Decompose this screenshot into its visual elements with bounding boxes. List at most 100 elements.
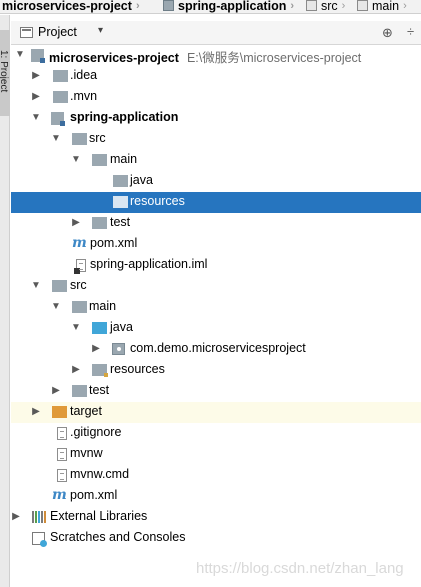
chevron-down-icon[interactable]: ▼ — [71, 154, 81, 165]
chevron-right-icon[interactable]: ▶ — [31, 406, 41, 417]
tree-node-mvnw-cmd[interactable]: mvnw.cmd — [11, 465, 421, 486]
node-label: main — [89, 299, 117, 313]
folder-icon — [72, 385, 87, 397]
tree-node-mvn[interactable]: ▶ .mvn — [11, 87, 421, 108]
tool-window-label: 1: Project — [0, 50, 9, 93]
watermark-text: https://blog.csdn.net/zhan_lang — [196, 560, 404, 577]
chevron-right-icon[interactable]: ▶ — [31, 70, 41, 81]
crumb-label: main — [372, 0, 400, 13]
folder-icon — [113, 196, 128, 208]
tree-node-test[interactable]: ▶ test — [11, 381, 421, 402]
node-label: java — [110, 320, 133, 334]
folder-icon — [306, 0, 317, 11]
chevron-down-icon[interactable]: ▼ — [31, 112, 41, 123]
module-icon — [31, 49, 45, 63]
chevron-right-icon: › — [341, 0, 346, 12]
folder-icon — [52, 280, 67, 292]
maven-icon: m — [52, 487, 67, 503]
chevron-right-icon[interactable]: ▶ — [71, 217, 81, 228]
tree-node-src[interactable]: ▼ src — [11, 276, 421, 297]
project-view-title[interactable]: Project — [38, 25, 77, 39]
tree-node-main[interactable]: ▼ main — [11, 150, 421, 171]
tree-node-target[interactable]: ▶ target — [11, 402, 421, 423]
tree-node-gitignore[interactable]: .gitignore — [11, 423, 421, 444]
node-label: main — [110, 152, 138, 166]
node-label: External Libraries — [50, 509, 148, 523]
tree-node-scratches[interactable]: Scratches and Consoles — [11, 528, 421, 549]
tree-node-java[interactable]: java — [11, 171, 421, 192]
node-label: src — [89, 131, 106, 145]
project-tool-window-tab[interactable]: 1: Project — [0, 30, 10, 116]
crumb-label: microservices-project — [2, 0, 132, 13]
folder-icon — [53, 70, 68, 82]
chevron-right-icon[interactable]: ▶ — [71, 364, 81, 375]
chevron-down-icon[interactable]: ▼ — [51, 133, 61, 144]
crumb-label: spring-application — [178, 0, 287, 13]
chevron-down-icon[interactable]: ▼ — [15, 49, 25, 60]
maven-icon: m — [72, 235, 87, 251]
node-label: spring-application — [70, 110, 179, 124]
chevron-down-icon[interactable]: ▼ — [71, 322, 81, 333]
tree-node-root-project[interactable]: ▼ microservices-project E:\微服务\microservi… — [11, 45, 421, 66]
node-label: resources — [130, 194, 185, 208]
node-label: Scratches and Consoles — [50, 530, 186, 544]
tree-node-resources-selected[interactable]: resources — [11, 192, 421, 213]
collapse-settings-icon[interactable]: ÷ — [407, 24, 414, 39]
chevron-down-icon[interactable]: ▼ — [31, 280, 41, 291]
tree-node-main[interactable]: ▼ main — [11, 297, 421, 318]
crumb-label: src — [321, 0, 338, 13]
tree-node-iml-file[interactable]: spring-application.iml — [11, 255, 421, 276]
node-label: .mvn — [70, 89, 98, 103]
tree-node-src[interactable]: ▼ src — [11, 129, 421, 150]
node-label: src — [70, 278, 87, 292]
chevron-down-icon[interactable]: ▼ — [51, 301, 61, 312]
folder-icon — [72, 301, 87, 313]
tree-node-external-libraries[interactable]: ▶ External Libraries — [11, 507, 421, 528]
chevron-right-icon[interactable]: ▶ — [51, 385, 61, 396]
scratches-icon — [32, 532, 47, 547]
breadcrumb-item-main[interactable]: main › — [357, 0, 407, 13]
chevron-down-icon[interactable]: ▾ — [98, 25, 103, 36]
tree-node-pom-xml[interactable]: m pom.xml — [11, 486, 421, 507]
node-label: java — [130, 173, 153, 187]
breadcrumb-item-spring-application[interactable]: spring-application › — [163, 0, 295, 13]
breadcrumb-item-microservices-project[interactable]: microservices-project › — [2, 0, 140, 13]
chevron-right-icon[interactable]: ▶ — [91, 343, 101, 354]
tree-node-spring-application[interactable]: ▼ spring-application — [11, 108, 421, 129]
chevron-right-icon: › — [135, 0, 140, 12]
locate-file-icon[interactable]: ⊕ — [382, 25, 393, 41]
tree-node-pom-xml[interactable]: m pom.xml — [11, 234, 421, 255]
folder-icon — [72, 133, 87, 145]
breadcrumb-item-src[interactable]: src › — [306, 0, 346, 13]
node-label: target — [70, 404, 102, 418]
node-label: .gitignore — [70, 425, 122, 439]
tree-node-idea[interactable]: ▶ .idea — [11, 66, 421, 87]
package-icon — [112, 343, 125, 355]
node-label: com.demo.microservicesproject — [130, 341, 306, 355]
project-view-icon — [20, 27, 33, 38]
node-label: test — [110, 215, 131, 229]
node-label: pom.xml — [70, 488, 118, 502]
node-label: microservices-project E:\微服务\microservice… — [49, 51, 362, 65]
folder-icon — [92, 217, 107, 229]
tree-node-resources[interactable]: ▶ resources — [11, 360, 421, 381]
excluded-folder-icon — [52, 406, 67, 418]
navigation-breadcrumb: microservices-project › spring-applicati… — [0, 0, 421, 14]
chevron-right-icon: › — [290, 0, 295, 12]
tree-node-mvnw[interactable]: mvnw — [11, 444, 421, 465]
chevron-right-icon[interactable]: ▶ — [31, 91, 41, 102]
node-label: mvnw.cmd — [70, 467, 130, 481]
node-path: E:\微服务\microservices-project — [186, 51, 362, 65]
tree-node-test[interactable]: ▶ test — [11, 213, 421, 234]
iml-file-icon — [74, 259, 86, 274]
module-icon — [51, 112, 65, 126]
chevron-right-icon[interactable]: ▶ — [11, 511, 21, 522]
tree-node-package[interactable]: ▶ com.demo.microservicesproject — [11, 339, 421, 360]
library-icon — [32, 511, 46, 523]
resources-marker-icon — [104, 373, 108, 377]
folder-icon — [357, 0, 368, 11]
node-label: pom.xml — [90, 236, 138, 250]
source-folder-icon — [92, 322, 107, 334]
chevron-right-icon: › — [403, 0, 407, 12]
tree-node-java-source-root[interactable]: ▼ java — [11, 318, 421, 339]
